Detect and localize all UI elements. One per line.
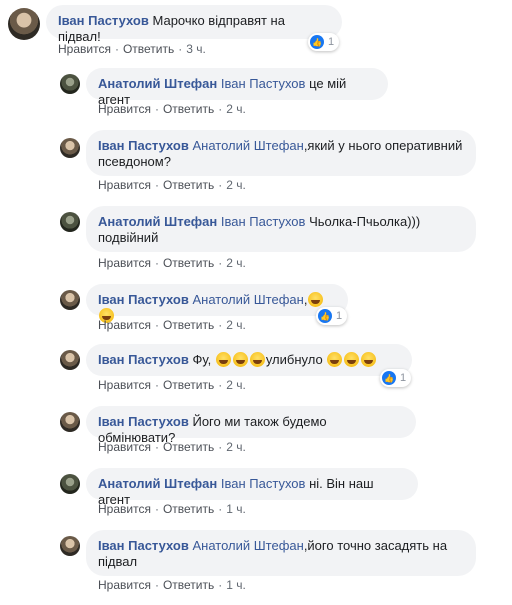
comment-author[interactable]: Анатолий Штефан: [98, 476, 217, 491]
grinning-squinting-icon: [232, 352, 248, 367]
grinning-squinting-icon: [249, 352, 265, 367]
comment-actions: Нравится · Ответить · 2 ч.: [98, 378, 246, 392]
comment-bubble: Іван Пастухов Анатолий Штефан,його точно…: [86, 530, 476, 576]
comment-actions: Нравится · Ответить · 2 ч.: [98, 440, 246, 454]
reply-link[interactable]: Ответить: [123, 42, 174, 56]
reaction-count[interactable]: 👍 1: [308, 33, 340, 51]
timestamp[interactable]: 3 ч.: [186, 42, 206, 56]
timestamp[interactable]: 2 ч.: [226, 102, 246, 116]
timestamp[interactable]: 2 ч.: [226, 178, 246, 192]
comment-author[interactable]: Анатолий Штефан: [98, 76, 217, 91]
avatar[interactable]: [60, 138, 80, 158]
comment-author[interactable]: Іван Пастухов: [58, 13, 149, 28]
comment-actions: Нравится · Ответить · 2 ч.: [98, 256, 246, 270]
comment-bubble: Анатолий Штефан Іван Пастухов це мій аге…: [86, 68, 388, 107]
comment-bubble: Іван Пастухов Анатолий Штефан,який у ньо…: [86, 130, 476, 176]
grinning-squinting-icon: [361, 352, 377, 367]
comment-author[interactable]: Анатолий Штефан: [98, 214, 217, 229]
avatar[interactable]: [60, 290, 80, 310]
avatar[interactable]: [60, 536, 80, 556]
like-link[interactable]: Нравится: [98, 378, 151, 392]
reply-link[interactable]: Ответить: [163, 578, 214, 592]
comment-text-line2: псевдоном?: [98, 154, 171, 169]
comment-bubble: Анатолий Штефан Іван Пастухов ні. Він на…: [86, 468, 418, 507]
reaction-count[interactable]: 👍 1: [316, 307, 348, 325]
reply-link[interactable]: Ответить: [163, 502, 214, 516]
comment-bubble: Іван Пастухов Анатолий Штефан,: [86, 284, 348, 323]
comment-text: Фу,: [192, 352, 212, 367]
mention-link[interactable]: Анатолий Штефан: [192, 538, 303, 553]
comment-text: ,який у нього оперативний: [303, 138, 463, 153]
comment-actions: Нравится · Ответить · 2 ч.: [98, 318, 246, 332]
timestamp[interactable]: 1 ч.: [226, 502, 246, 516]
like-link[interactable]: Нравится: [98, 102, 151, 116]
timestamp[interactable]: 2 ч.: [226, 378, 246, 392]
grinning-squinting-icon: [215, 352, 231, 367]
reply-link[interactable]: Ответить: [163, 378, 214, 392]
comment-actions: Нравится · Ответить · 1 ч.: [98, 502, 246, 516]
thumbs-up-icon: 👍: [310, 35, 324, 49]
comment-text: ,: [303, 292, 308, 307]
comment-actions: Нравится · Ответить · 1 ч.: [98, 578, 246, 592]
like-link[interactable]: Нравится: [98, 318, 151, 332]
reply-link[interactable]: Ответить: [163, 318, 214, 332]
avatar[interactable]: [60, 74, 80, 94]
grinning-squinting-icon: [344, 352, 360, 367]
rolling-on-floor-laughing-icon: [308, 292, 324, 307]
timestamp[interactable]: 2 ч.: [226, 256, 246, 270]
avatar[interactable]: [60, 474, 80, 494]
like-link[interactable]: Нравится: [98, 440, 151, 454]
like-link[interactable]: Нравится: [98, 578, 151, 592]
thumbs-up-icon: 👍: [318, 309, 332, 323]
comment-text-middle: улибнуло: [265, 352, 323, 367]
timestamp[interactable]: 1 ч.: [226, 578, 246, 592]
comment-actions: Нравится · Ответить · 2 ч.: [98, 178, 246, 192]
comment-bubble: Іван Пастухов Фу, улибнуло: [86, 344, 412, 376]
like-link[interactable]: Нравится: [58, 42, 111, 56]
mention-link[interactable]: Іван Пастухов: [221, 214, 306, 229]
reply-link[interactable]: Ответить: [163, 178, 214, 192]
reply-link[interactable]: Ответить: [163, 256, 214, 270]
mention-link[interactable]: Іван Пастухов: [221, 476, 306, 491]
comment-actions: Нравится · Ответить · 2 ч.: [98, 102, 246, 116]
comment-actions: Нравится · Ответить · 3 ч.: [58, 42, 206, 56]
comment-bubble: Анатолий Штефан Іван Пастухов Чьолка-Пчь…: [86, 206, 476, 252]
like-link[interactable]: Нравится: [98, 502, 151, 516]
mention-link[interactable]: Іван Пастухов: [221, 76, 306, 91]
timestamp[interactable]: 2 ч.: [226, 318, 246, 332]
reply-link[interactable]: Ответить: [163, 102, 214, 116]
comment-bubble: Іван Пастухов Марочко відправят на підва…: [46, 5, 342, 44]
avatar[interactable]: [60, 350, 80, 370]
thumbs-up-icon: 👍: [382, 371, 396, 385]
like-link[interactable]: Нравится: [98, 178, 151, 192]
comment-bubble: Іван Пастухов Його ми також будемо обмін…: [86, 406, 416, 445]
avatar[interactable]: [8, 8, 40, 40]
reply-link[interactable]: Ответить: [163, 440, 214, 454]
avatar[interactable]: [60, 212, 80, 232]
grinning-squinting-icon: [327, 352, 343, 367]
comment-author[interactable]: Іван Пастухов: [98, 292, 189, 307]
comment-author[interactable]: Іван Пастухов: [98, 138, 189, 153]
mention-link[interactable]: Анатолий Штефан: [192, 292, 303, 307]
mention-link[interactable]: Анатолий Штефан: [192, 138, 303, 153]
reaction-count[interactable]: 👍 1: [380, 369, 412, 387]
comment-author[interactable]: Іван Пастухов: [98, 352, 189, 367]
comment-author[interactable]: Іван Пастухов: [98, 414, 189, 429]
avatar[interactable]: [60, 412, 80, 432]
like-link[interactable]: Нравится: [98, 256, 151, 270]
timestamp[interactable]: 2 ч.: [226, 440, 246, 454]
comment-text: ,його точно засадять на: [303, 538, 448, 553]
comment-text-line2: підвал: [98, 554, 138, 569]
comment-author[interactable]: Іван Пастухов: [98, 538, 189, 553]
comment-text-line2: подвійний: [98, 230, 159, 245]
comment-text: Чьолка-Пчьолка))): [309, 214, 421, 229]
